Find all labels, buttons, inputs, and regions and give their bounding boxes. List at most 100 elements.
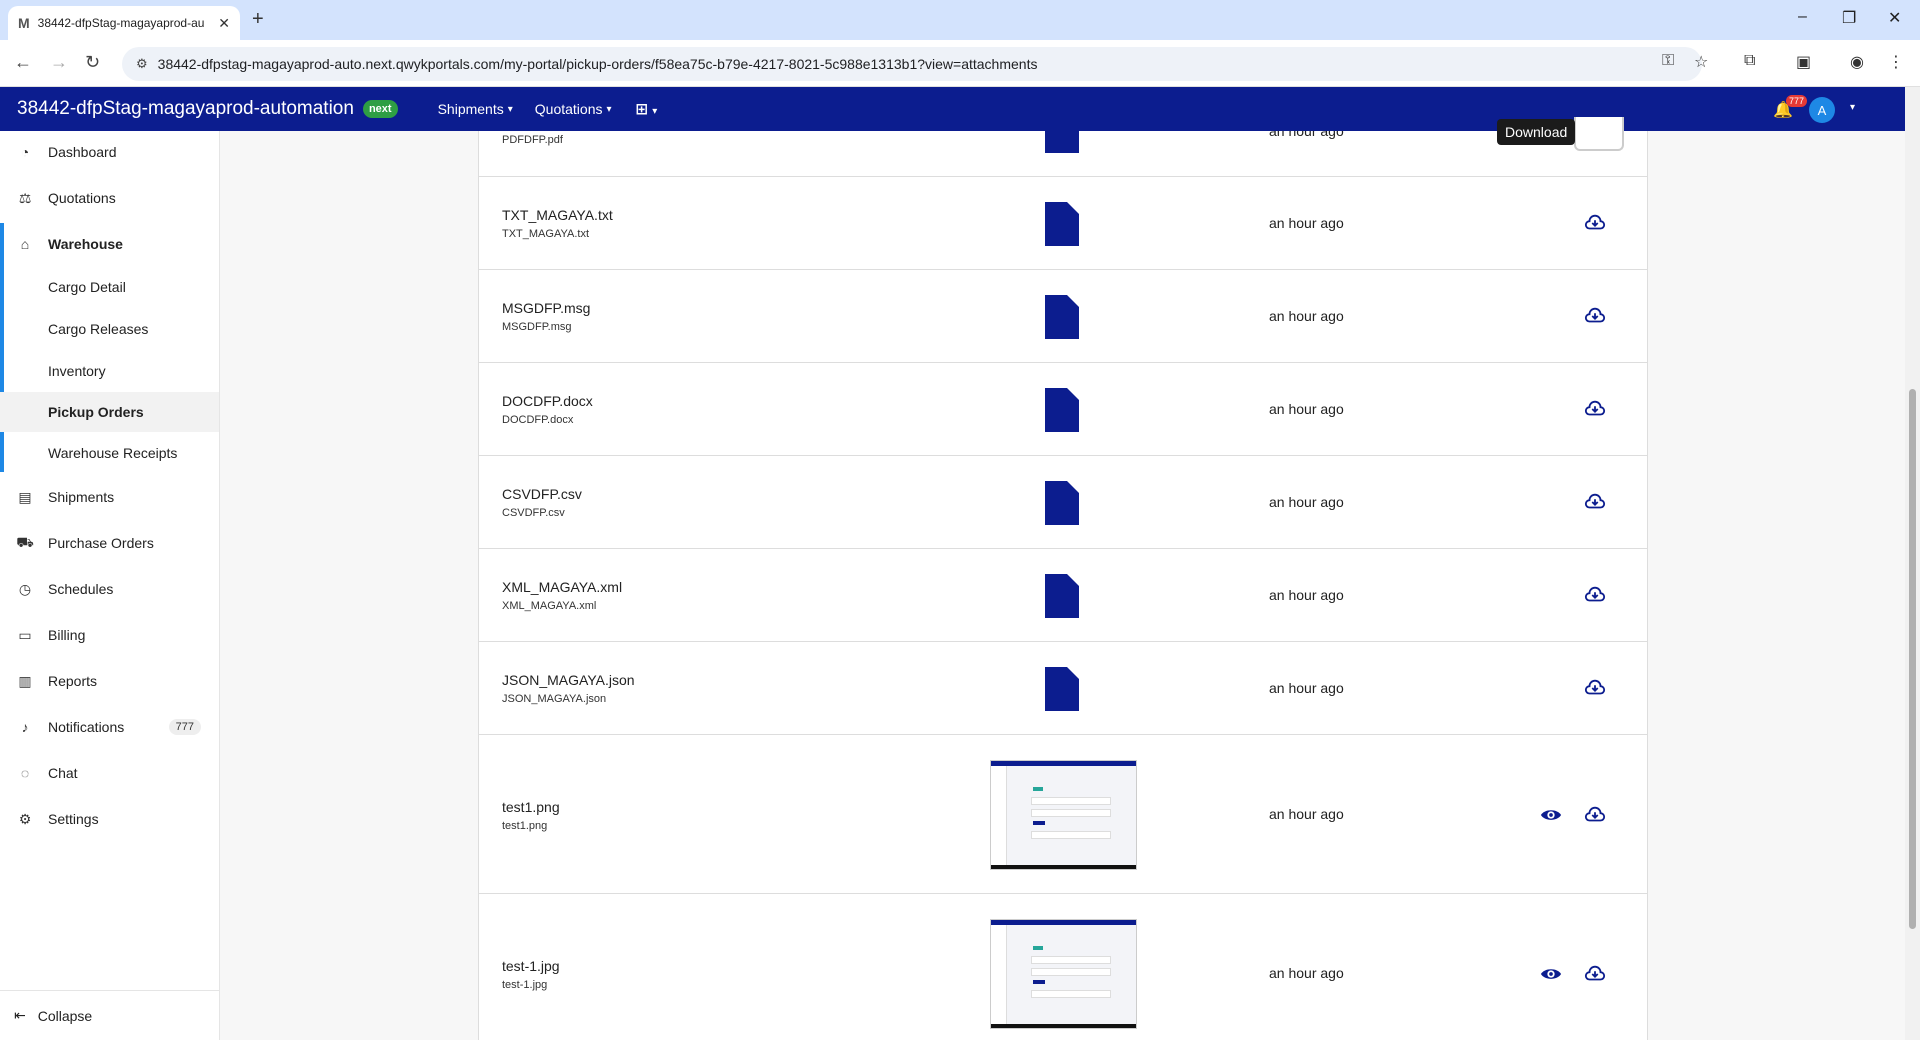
gear-icon: ⚙ (18, 810, 32, 827)
main-content: PDFDFP.pdf an hour ago TXT_MAGAYA.txt TX… (220, 131, 1905, 1040)
reload-icon[interactable]: ↻ (85, 52, 100, 73)
file-icon (1045, 667, 1079, 711)
sidebar-item-label: Quotations (48, 190, 116, 206)
sidebar-item-chat[interactable]: ◌ Chat (0, 753, 219, 793)
attachment-row: JSON_MAGAYA.json JSON_MAGAYA.json an hou… (479, 642, 1647, 735)
thumbnail-footer (991, 1024, 1136, 1028)
sidebar-item-reports[interactable]: ▥ Reports (0, 661, 219, 701)
thumbnail-mark (1031, 797, 1111, 805)
site-info-icon[interactable]: ⚙ (136, 56, 148, 72)
file-icon (1045, 202, 1079, 246)
sidebar-item-notifications[interactable]: ♪ Notifications 777 (0, 707, 219, 747)
attachment-name: MSGDFP.msg (502, 300, 591, 316)
eye-icon[interactable] (1540, 963, 1562, 985)
attachment-row: test1.png test1.png an hour ago (479, 735, 1647, 894)
sidebar-item-quotations[interactable]: ⚖ Quotations (0, 178, 219, 218)
menu-quotations[interactable]: Quotations ▾ (535, 101, 612, 117)
billing-icon: ▭ (18, 626, 32, 643)
image-thumbnail[interactable] (990, 760, 1137, 870)
thumbnail-mark (1033, 980, 1045, 984)
sidebar-item-label: Chat (48, 765, 78, 781)
chart-icon: ▥ (18, 672, 32, 689)
dashboard-icon: ◔ (20, 144, 30, 160)
restore-icon[interactable]: ❐ (1842, 8, 1856, 28)
browser-tab[interactable]: M 38442-dfpStag-magayaprod-au ✕ (8, 6, 240, 40)
scrollbar-thumb[interactable] (1909, 389, 1916, 929)
tab-search-icon[interactable]: ▣ (1796, 52, 1811, 72)
sidebar-item-dashboard[interactable]: ◔ Dashboard (0, 132, 219, 172)
sidebar-item-purchase-orders[interactable]: ⛟ Purchase Orders (0, 523, 219, 563)
new-tab-icon[interactable]: + (252, 8, 264, 31)
page-scrollbar[interactable] (1905, 87, 1920, 1040)
bell-icon: ♪ (21, 719, 29, 735)
download-icon[interactable] (1584, 398, 1606, 420)
download-icon[interactable] (1584, 305, 1606, 327)
sidebar-item-shipments[interactable]: ▤ Shipments (0, 477, 219, 517)
thumbnail-mark (1033, 787, 1043, 791)
attachment-subname: test-1.jpg (502, 979, 548, 991)
attachment-row: test-1.jpg test-1.jpg an hour ago (479, 894, 1647, 1040)
download-tooltip: Download (1497, 119, 1576, 145)
sidebar-item-settings[interactable]: ⚙ Settings (0, 799, 219, 839)
sidebar-sub-cargo-releases[interactable]: Cargo Releases (0, 309, 219, 349)
attachment-subname: PDFDFP.pdf (502, 134, 563, 146)
thumbnail-mark (1031, 990, 1111, 998)
browser-menu-icon[interactable]: ⋮ (1888, 52, 1904, 72)
sidebar-item-label: Reports (48, 673, 98, 689)
sidebar-sub-cargo-detail[interactable]: Cargo Detail (0, 267, 219, 307)
key-icon[interactable]: ⚿ (1662, 52, 1674, 70)
portal-title[interactable]: 38442-dfpStag-magayaprod-automation (17, 98, 354, 120)
collapse-button[interactable]: ⇤ Collapse (0, 990, 219, 1040)
menu-shipments[interactable]: Shipments ▾ (438, 101, 513, 117)
browser-tabbar: M 38442-dfpStag-magayaprod-au ✕ + – ❐ ✕ (0, 0, 1920, 40)
thumbnail-mark (1031, 968, 1111, 976)
add-new-icon[interactable]: ⊞ ▾ (636, 100, 658, 118)
collapse-icon: ⇤ (14, 1007, 26, 1023)
file-icon (1045, 295, 1079, 339)
browser-toolbar: ← → ↻ ⚙ 38442-dfpstag-magayaprod-auto.ne… (0, 40, 1920, 87)
attachment-time: an hour ago (1269, 587, 1344, 603)
notification-badge: 777 (1785, 95, 1807, 107)
chevron-down-icon[interactable]: ▾ (1850, 102, 1855, 113)
file-icon (1045, 131, 1079, 153)
download-icon[interactable] (1584, 491, 1606, 513)
profile-icon[interactable]: ◉ (1850, 52, 1864, 72)
sidebar-item-billing[interactable]: ▭ Billing (0, 615, 219, 655)
sidebar-sub-label: Inventory (48, 363, 106, 379)
sidebar-item-warehouse[interactable]: ⌂ Warehouse (0, 224, 219, 264)
avatar[interactable]: A (1809, 97, 1835, 123)
close-window-icon[interactable]: ✕ (1888, 8, 1901, 28)
thumbnail-mark (1033, 821, 1045, 825)
extensions-icon[interactable]: ⧉ (1744, 52, 1755, 70)
cart-icon: ⛟ (16, 533, 34, 550)
attachment-row: CSVDFP.csv CSVDFP.csv an hour ago (479, 456, 1647, 549)
sidebar-sub-inventory[interactable]: Inventory (0, 351, 219, 391)
eye-icon[interactable] (1540, 804, 1562, 826)
thumbnail-footer (991, 865, 1136, 869)
attachment-row: XML_MAGAYA.xml XML_MAGAYA.xml an hour ag… (479, 549, 1647, 642)
back-icon[interactable]: ← (14, 52, 32, 73)
sidebar-item-schedules[interactable]: ◷ Schedules (0, 569, 219, 609)
download-icon[interactable] (1584, 584, 1606, 606)
file-icon (1045, 481, 1079, 525)
close-tab-icon[interactable]: ✕ (218, 15, 230, 32)
star-icon[interactable]: ☆ (1694, 52, 1708, 72)
download-button-hovered[interactable] (1574, 117, 1624, 151)
minimize-icon[interactable]: – (1798, 8, 1807, 26)
tab-title: 38442-dfpStag-magayaprod-au (37, 16, 205, 30)
sidebar-sub-pickup-orders[interactable]: Pickup Orders (0, 392, 219, 432)
image-thumbnail[interactable] (990, 919, 1137, 1029)
attachment-time: an hour ago (1269, 680, 1344, 696)
download-icon[interactable] (1584, 212, 1606, 234)
forward-icon[interactable]: → (50, 52, 68, 73)
attachment-subname: JSON_MAGAYA.json (502, 693, 607, 705)
download-icon[interactable] (1584, 804, 1606, 826)
thumbnail-mark (1031, 956, 1111, 964)
sidebar-item-label: Warehouse (48, 236, 123, 252)
address-bar[interactable]: ⚙ 38442-dfpstag-magayaprod-auto.next.qwy… (122, 47, 1702, 81)
download-icon[interactable] (1584, 677, 1606, 699)
thumbnail-mark (1031, 831, 1111, 839)
sidebar-sub-warehouse-receipts[interactable]: Warehouse Receipts (0, 433, 219, 473)
download-icon[interactable] (1584, 963, 1606, 985)
menu-quotations-label: Quotations (534, 101, 603, 117)
